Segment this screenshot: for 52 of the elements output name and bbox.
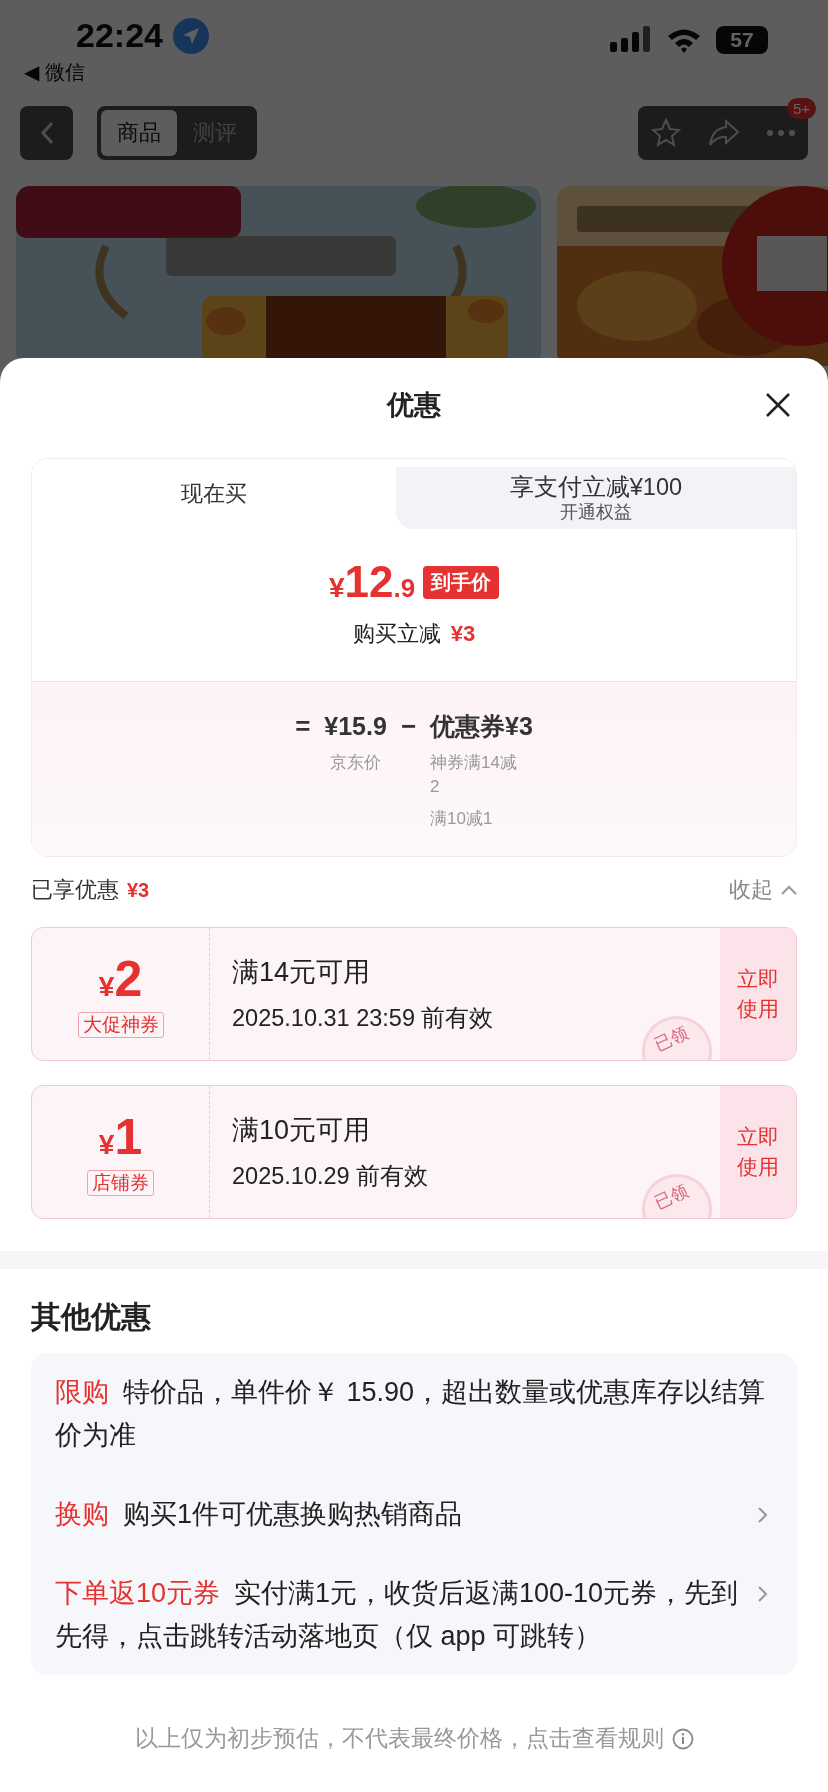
price-tab[interactable]: 享支付立减¥100 开通权益	[395, 467, 796, 529]
use-now-button[interactable]: 立即使用	[720, 928, 796, 1060]
chevron-right-icon	[757, 1505, 769, 1524]
info-icon[interactable]	[671, 1727, 694, 1750]
coupon-type-tag: 大促神券	[77, 1012, 164, 1038]
notification-badge: 5+	[786, 98, 816, 119]
close-button[interactable]	[764, 391, 792, 419]
coupon-note: 满10减1	[430, 808, 494, 830]
sheet-title: 优惠	[387, 389, 441, 422]
signal-icon	[610, 26, 652, 54]
share-icon[interactable]	[708, 119, 740, 147]
use-now-button[interactable]: 立即使用	[720, 1086, 796, 1218]
coupon-note: 神券满14减2	[430, 752, 518, 798]
tab-sublabel: 开通权益	[559, 501, 632, 523]
chevron-up-icon	[781, 885, 797, 895]
battery-level: 57	[716, 26, 768, 54]
wifi-icon	[666, 27, 702, 53]
coupon-validity: 2025.10.29 前有效	[232, 1162, 430, 1191]
saving-amount: ¥3	[450, 621, 476, 647]
coupon-condition: 满10元可用	[232, 1114, 372, 1147]
minus-sign: −	[400, 710, 417, 743]
section-title: 其他优惠	[31, 1299, 152, 1335]
final-price: ¥12.9	[328, 557, 416, 607]
star-icon[interactable]	[651, 118, 682, 148]
coupon-amount: ¥1	[98, 1108, 143, 1166]
more-icon[interactable]	[766, 130, 795, 136]
equals-sign: =	[295, 710, 311, 743]
applied-amount: ¥3	[127, 879, 150, 902]
status-time: 22:24	[76, 16, 163, 55]
chevron-left-icon	[39, 121, 54, 145]
base-price: ¥15.9	[324, 711, 387, 742]
tab-label: 享支付立减¥100	[509, 473, 683, 501]
base-price-label: 京东价	[330, 752, 382, 774]
offer-description: 下单返10元券 实付满1元，收货后返满100-10元券，先到先得，点击跳转活动落地页（仅 app 可跳转）	[55, 1577, 740, 1653]
coupon-validity: 2025.10.31 23:59 前有效	[232, 1004, 495, 1033]
nav-tab[interactable]: 商品	[101, 110, 177, 156]
offer-description: 限购 特价品，单件价￥ 15.90，超出数量或优惠库存以结算价为准	[55, 1376, 767, 1452]
back-button[interactable]	[20, 106, 73, 160]
tab-label: 现在买	[180, 480, 247, 508]
back-to-app-link[interactable]: ◀ 微信	[24, 59, 209, 86]
coupon-amount: ¥2	[98, 950, 143, 1008]
close-icon	[764, 391, 792, 419]
applied-label: 已享优惠	[31, 876, 119, 904]
coupon-condition: 满14元可用	[232, 956, 372, 989]
coupon-type-tag: 店铺券	[87, 1170, 154, 1196]
saving-label: 购买立减	[352, 620, 441, 648]
offer-description: 换购 购买1件可优惠换购热销商品	[55, 1498, 464, 1531]
disclaimer-link[interactable]: 以上仅为初步预估，不代表最终价格，点击查看规则	[134, 1723, 664, 1754]
price-tag: 到手价	[423, 565, 500, 599]
collapse-button[interactable]: 收起	[729, 875, 797, 905]
chevron-right-icon	[757, 1584, 769, 1603]
coupon-total: 优惠券¥3	[430, 711, 533, 742]
